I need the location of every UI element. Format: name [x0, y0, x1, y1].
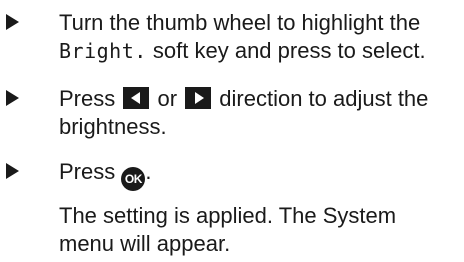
bullet-arrow-icon [6, 163, 19, 179]
step-1-text: Turn the thumb wheel to highlight the [59, 10, 421, 35]
step-2-middle: or [151, 86, 184, 111]
step-2-line-2: brightness. [59, 114, 167, 140]
result-line-2: menu will appear. [59, 231, 231, 256]
step-3-line-1: Press OK. [59, 159, 151, 191]
step-1-line-2: Bright. soft key and press to select. [59, 38, 426, 64]
bullet-arrow-icon [6, 14, 19, 30]
instruction-list: Turn the thumb wheel to highlight the Br… [0, 0, 464, 262]
step-2-prefix: Press [59, 86, 122, 111]
step-2-line-1: Press or direction to adjust the [59, 86, 428, 112]
step-1-line-1: Turn the thumb wheel to highlight the [59, 10, 420, 36]
step-2-text-continued: brightness. [59, 114, 167, 139]
step-3-suffix: . [145, 159, 152, 184]
step-3-prefix: Press [59, 159, 122, 184]
bullet-arrow-icon [6, 90, 19, 106]
soft-key-name: Bright. [59, 39, 147, 63]
right-arrow-key-icon [185, 87, 212, 109]
step-1-text-continued: soft key and press to select. [146, 38, 426, 63]
left-arrow-key-icon [123, 87, 150, 109]
result-line-1: The setting is applied. The System [59, 203, 397, 228]
ok-button-icon: OK [121, 167, 146, 191]
step-2-suffix: direction to adjust the [213, 86, 429, 111]
